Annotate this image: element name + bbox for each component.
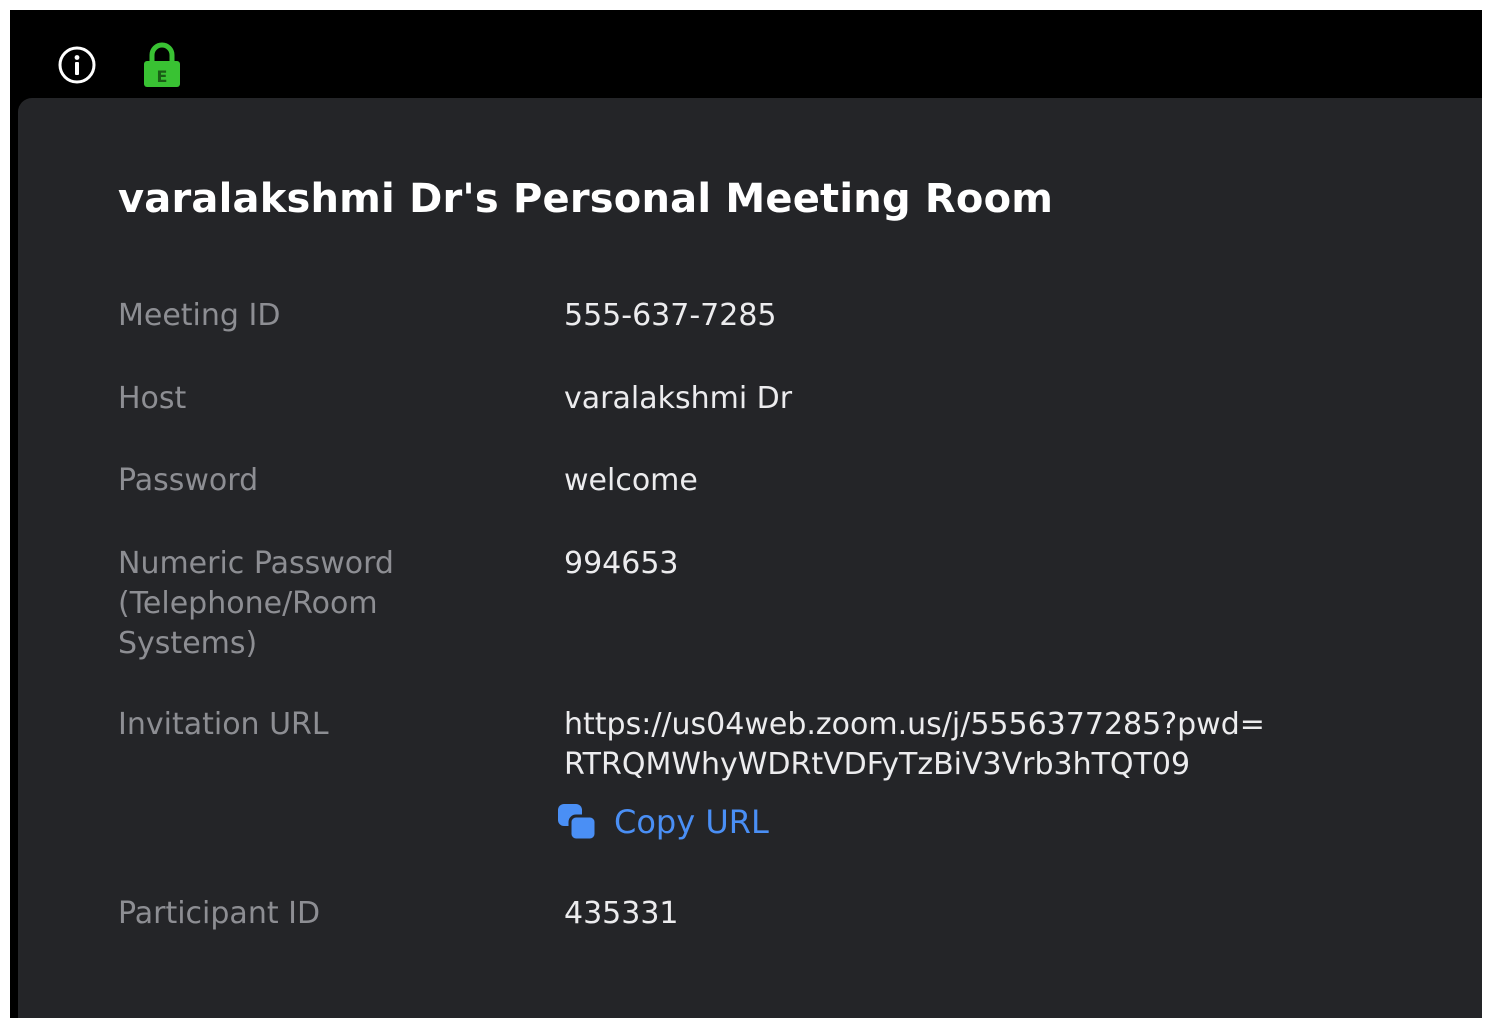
numeric-password-value: 994653 [564, 546, 679, 581]
invitation-url-line-1: https://us04web.zoom.us/j/5556377285?pwd… [564, 707, 1265, 742]
participant-id-label: Participant ID [118, 896, 321, 931]
host-value: varalakshmi Dr [564, 381, 793, 416]
invitation-url-label: Invitation URL [118, 707, 329, 742]
meeting-details-panel: varalakshmi Dr's Personal Meeting Room M… [18, 98, 1482, 1018]
password-value: welcome [564, 463, 698, 498]
info-circle-icon[interactable] [52, 44, 102, 86]
invitation-url-line-2: RTRQMWhyWDRtVDFyTzBiV3Vrb3hTQT09 [564, 747, 1191, 782]
copy-icon [558, 804, 598, 842]
participant-id-value: 435331 [564, 896, 679, 931]
top-toolbar: E [10, 10, 1482, 98]
numeric-password-label: Numeric Password (Telephone/Room Systems… [118, 546, 394, 661]
copy-url-label: Copy URL [614, 803, 769, 841]
encryption-lock-icon[interactable]: E [142, 42, 182, 88]
meeting-info-window: E varalakshmi Dr's Personal Meeting Room… [10, 10, 1482, 1018]
lock-badge-letter: E [157, 67, 168, 86]
copy-url-button[interactable]: Copy URL [556, 798, 769, 846]
password-label: Password [118, 463, 259, 498]
meeting-id-label: Meeting ID [118, 298, 281, 333]
meeting-id-value: 555-637-7285 [564, 298, 777, 333]
host-label: Host [118, 381, 187, 416]
meeting-room-title: varalakshmi Dr's Personal Meeting Room [118, 176, 1054, 222]
